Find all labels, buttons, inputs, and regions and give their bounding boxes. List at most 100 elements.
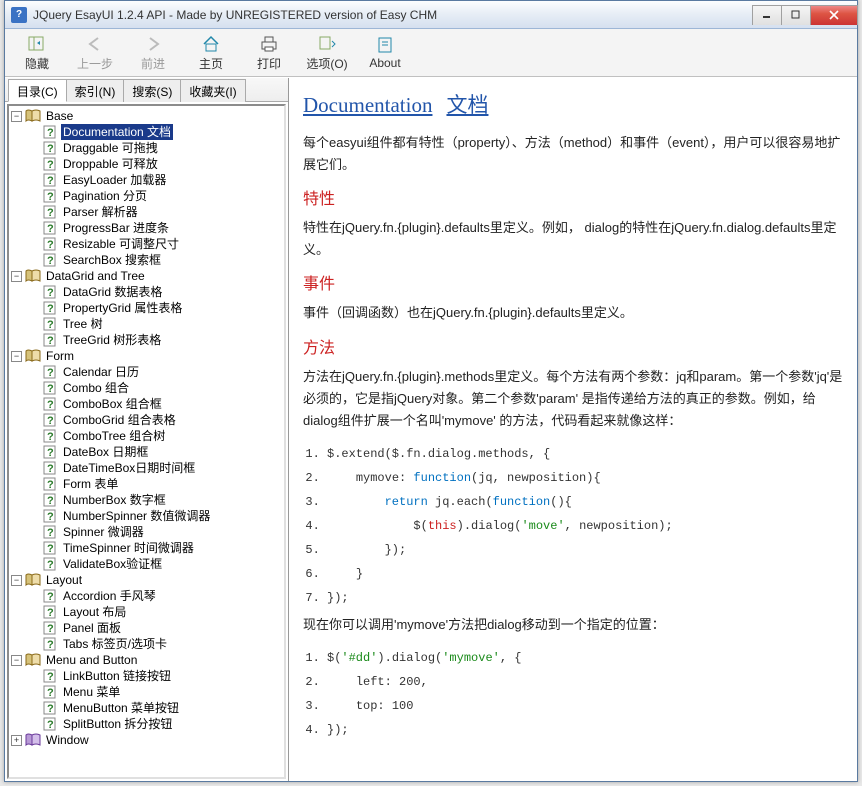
book-icon <box>25 349 41 363</box>
tree-item[interactable]: ?SearchBox 搜索框 <box>11 252 282 268</box>
expander-icon[interactable]: + <box>11 735 22 746</box>
tree-item[interactable]: ?ComboGrid 组合表格 <box>11 412 282 428</box>
about-button[interactable]: About <box>363 35 407 70</box>
svg-text:?: ? <box>47 127 54 139</box>
forward-label: 前进 <box>141 55 165 72</box>
svg-text:?: ? <box>47 463 54 475</box>
tree-item[interactable]: ?ProgressBar 进度条 <box>11 220 282 236</box>
back-button[interactable]: 上一步 <box>73 34 117 72</box>
tree-item[interactable]: +Window <box>11 732 282 748</box>
tree-item[interactable]: ?Parser 解析器 <box>11 204 282 220</box>
tab-toc[interactable]: 目录(C) <box>8 79 67 102</box>
tree-item[interactable]: ?NumberSpinner 数值微调器 <box>11 508 282 524</box>
svg-text:?: ? <box>47 367 54 379</box>
tree-item[interactable]: ?SplitButton 拆分按钮 <box>11 716 282 732</box>
window-title: JQuery EsayUI 1.2.4 API - Made by UNREGI… <box>33 8 437 22</box>
tree-item[interactable]: ?Documentation 文档 <box>11 124 282 140</box>
tree-item[interactable]: ?Droppable 可释放 <box>11 156 282 172</box>
tree-item[interactable]: ?ComboBox 组合框 <box>11 396 282 412</box>
tab-index[interactable]: 索引(N) <box>66 79 125 102</box>
expander-icon[interactable]: − <box>11 575 22 586</box>
tree-item[interactable]: − Layout <box>11 572 282 588</box>
hide-icon <box>26 34 48 54</box>
tree-item[interactable]: ?Layout 布局 <box>11 604 282 620</box>
svg-text:?: ? <box>47 431 54 443</box>
tree-item[interactable]: ?Tree 树 <box>11 316 282 332</box>
home-button[interactable]: 主页 <box>189 34 233 72</box>
tree-item[interactable]: ?Draggable 可拖拽 <box>11 140 282 156</box>
tree-item[interactable]: ?DataGrid 数据表格 <box>11 284 282 300</box>
tree-item-label: NumberBox 数字框 <box>61 492 168 508</box>
tree-item-label: Layout <box>44 572 84 588</box>
tree-item[interactable]: ?LinkButton 链接按钮 <box>11 668 282 684</box>
tree-item[interactable]: ?Pagination 分页 <box>11 188 282 204</box>
tree-item-label: TimeSpinner 时间微调器 <box>61 540 196 556</box>
svg-text:?: ? <box>47 479 54 491</box>
tree-item[interactable]: ?TreeGrid 树形表格 <box>11 332 282 348</box>
svg-text:?: ? <box>47 191 54 203</box>
tree-item[interactable]: ?Combo 组合 <box>11 380 282 396</box>
tree-item[interactable]: ?MenuButton 菜单按钮 <box>11 700 282 716</box>
help-page-icon: ? <box>42 301 58 315</box>
tree-item[interactable]: ?Tabs 标签页/选项卡 <box>11 636 282 652</box>
tree-item-label: Form <box>44 348 76 364</box>
tree-item[interactable]: ?Resizable 可调整尺寸 <box>11 236 282 252</box>
tree-item[interactable]: ?ComboTree 组合树 <box>11 428 282 444</box>
tree-item-label: Resizable 可调整尺寸 <box>61 236 181 252</box>
tree-item[interactable]: ?ValidateBox验证框 <box>11 556 282 572</box>
help-page-icon: ? <box>42 429 58 443</box>
help-page-icon: ? <box>42 173 58 187</box>
help-page-icon: ? <box>42 397 58 411</box>
tree-item[interactable]: ?Panel 面板 <box>11 620 282 636</box>
tree-item-label: LinkButton 链接按钮 <box>61 668 173 684</box>
tree-item-label: Draggable 可拖拽 <box>61 140 160 156</box>
expander-icon[interactable]: − <box>11 271 22 282</box>
expander-icon[interactable]: − <box>11 655 22 666</box>
tree-item[interactable]: − DataGrid and Tree <box>11 268 282 284</box>
tree-item[interactable]: ?DateBox 日期框 <box>11 444 282 460</box>
about-icon <box>374 35 396 55</box>
tree-item[interactable]: ?Calendar 日历 <box>11 364 282 380</box>
close-button[interactable] <box>810 5 858 25</box>
svg-text:?: ? <box>47 223 54 235</box>
forward-button[interactable]: 前进 <box>131 34 175 72</box>
svg-text:?: ? <box>47 495 54 507</box>
tree-item[interactable]: ?EasyLoader 加载器 <box>11 172 282 188</box>
tab-favorites[interactable]: 收藏夹(I) <box>180 79 245 102</box>
tab-search[interactable]: 搜索(S) <box>123 79 181 102</box>
tree-item[interactable]: − Form <box>11 348 282 364</box>
help-page-icon: ? <box>42 477 58 491</box>
h2-methods: 方法 <box>303 335 843 362</box>
help-page-icon: ? <box>42 381 58 395</box>
tree[interactable]: −Base?Documentation 文档?Draggable 可拖拽?Dro… <box>7 104 286 779</box>
hide-label: 隐藏 <box>25 55 49 72</box>
options-button[interactable]: 选项(O) <box>305 34 349 72</box>
tree-item[interactable]: −Base <box>11 108 282 124</box>
svg-text:?: ? <box>47 591 54 603</box>
tree-item[interactable]: ?PropertyGrid 属性表格 <box>11 300 282 316</box>
print-icon <box>258 34 280 54</box>
minimize-button[interactable] <box>752 5 782 25</box>
tree-item[interactable]: ?Spinner 微调器 <box>11 524 282 540</box>
help-page-icon: ? <box>42 637 58 651</box>
tree-item-label: DataGrid and Tree <box>44 268 147 284</box>
tree-item[interactable]: ?Form 表单 <box>11 476 282 492</box>
content-pane[interactable]: Documentation文档 每个easyui组件都有特性（property）… <box>289 78 857 781</box>
svg-text:?: ? <box>47 159 54 171</box>
print-button[interactable]: 打印 <box>247 34 291 72</box>
help-page-icon: ? <box>42 365 58 379</box>
tree-item[interactable]: ?Menu 菜单 <box>11 684 282 700</box>
tree-item[interactable]: ? DateTimeBox日期时间框 <box>11 460 282 476</box>
tree-item[interactable]: −Menu and Button <box>11 652 282 668</box>
expander-icon[interactable]: − <box>11 111 22 122</box>
help-page-icon: ? <box>42 589 58 603</box>
hide-button[interactable]: 隐藏 <box>15 34 59 72</box>
tree-item-label: DateTimeBox日期时间框 <box>61 460 197 476</box>
tree-item[interactable]: ? NumberBox 数字框 <box>11 492 282 508</box>
maximize-button[interactable] <box>781 5 811 25</box>
tree-item[interactable]: ?Accordion 手风琴 <box>11 588 282 604</box>
tree-item[interactable]: ?TimeSpinner 时间微调器 <box>11 540 282 556</box>
home-icon <box>200 34 222 54</box>
titlebar: ? JQuery EsayUI 1.2.4 API - Made by UNRE… <box>5 1 857 29</box>
expander-icon[interactable]: − <box>11 351 22 362</box>
